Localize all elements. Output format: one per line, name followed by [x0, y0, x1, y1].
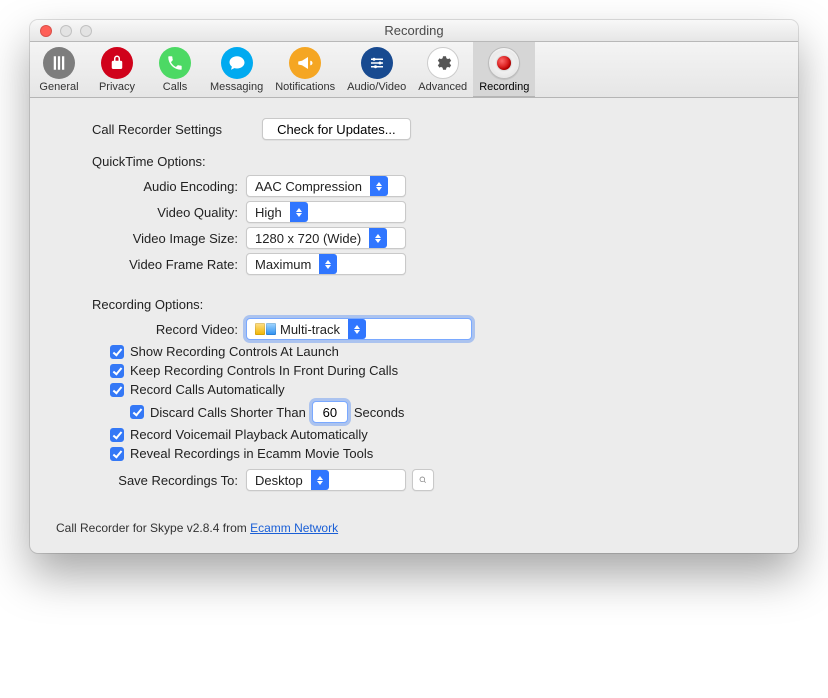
- audio-encoding-select[interactable]: AAC Compression: [246, 175, 406, 197]
- video-size-label: Video Image Size:: [56, 231, 246, 246]
- tab-recording[interactable]: Recording: [473, 42, 535, 97]
- tab-label: Recording: [479, 81, 529, 93]
- magnifier-icon: [419, 474, 427, 486]
- tab-notifications[interactable]: Notifications: [269, 42, 341, 97]
- tab-label: Audio/Video: [347, 81, 406, 93]
- preferences-toolbar: General Privacy Calls Messaging Notifica…: [30, 42, 798, 98]
- recording-heading: Recording Options:: [92, 297, 772, 312]
- close-window-button[interactable]: [40, 25, 52, 37]
- multitrack-icon: [255, 323, 276, 335]
- tab-label: Advanced: [418, 81, 467, 93]
- record-auto-checkbox[interactable]: [110, 383, 124, 397]
- footer-text: Call Recorder for Skype v2.8.4 from: [56, 521, 250, 535]
- window-title: Recording: [30, 23, 798, 38]
- tab-messaging[interactable]: Messaging: [204, 42, 269, 97]
- record-icon: [488, 47, 520, 79]
- video-quality-label: Video Quality:: [56, 205, 246, 220]
- discard-short-label-post: Seconds: [354, 405, 405, 420]
- dropdown-arrows-icon: [348, 319, 366, 339]
- save-to-label: Save Recordings To:: [56, 473, 246, 488]
- tab-privacy[interactable]: Privacy: [88, 42, 146, 97]
- quicktime-heading: QuickTime Options:: [92, 154, 772, 169]
- discard-short-label-pre: Discard Calls Shorter Than: [150, 405, 306, 420]
- dropdown-arrows-icon: [290, 202, 308, 222]
- tab-label: Privacy: [99, 81, 135, 93]
- dropdown-arrows-icon: [319, 254, 337, 274]
- save-to-select[interactable]: Desktop: [246, 469, 406, 491]
- dropdown-arrows-icon: [370, 176, 388, 196]
- megaphone-icon: [289, 47, 321, 79]
- reveal-tools-label: Reveal Recordings in Ecamm Movie Tools: [130, 446, 373, 461]
- sliders-icon: [361, 47, 393, 79]
- minimize-window-button[interactable]: [60, 25, 72, 37]
- record-video-select[interactable]: Multi-track: [246, 318, 472, 340]
- keep-front-label: Keep Recording Controls In Front During …: [130, 363, 398, 378]
- reveal-in-finder-button[interactable]: [412, 469, 434, 491]
- record-voicemail-label: Record Voicemail Playback Automatically: [130, 427, 368, 442]
- dropdown-arrows-icon: [311, 470, 329, 490]
- settings-heading: Call Recorder Settings: [92, 122, 222, 137]
- content-area: Call Recorder Settings Check for Updates…: [30, 98, 798, 553]
- tab-audio-video[interactable]: Audio/Video: [341, 42, 412, 97]
- tab-label: Messaging: [210, 81, 263, 93]
- tab-label: Notifications: [275, 81, 335, 93]
- record-auto-label: Record Calls Automatically: [130, 382, 285, 397]
- discard-short-checkbox[interactable]: [130, 405, 144, 419]
- video-quality-select[interactable]: High: [246, 201, 406, 223]
- window-controls: [30, 25, 92, 37]
- lock-icon: [101, 47, 133, 79]
- check-updates-button[interactable]: Check for Updates...: [262, 118, 411, 140]
- dropdown-arrows-icon: [369, 228, 387, 248]
- phone-icon: [159, 47, 191, 79]
- chat-icon: [221, 47, 253, 79]
- ecamm-link[interactable]: Ecamm Network: [250, 521, 338, 535]
- record-video-label: Record Video:: [56, 322, 246, 337]
- record-voicemail-checkbox[interactable]: [110, 428, 124, 442]
- tab-label: Calls: [163, 81, 187, 93]
- titlebar: Recording: [30, 20, 798, 42]
- tab-general[interactable]: General: [30, 42, 88, 97]
- show-controls-checkbox[interactable]: [110, 345, 124, 359]
- audio-encoding-label: Audio Encoding:: [56, 179, 246, 194]
- frame-rate-select[interactable]: Maximum: [246, 253, 406, 275]
- tab-calls[interactable]: Calls: [146, 42, 204, 97]
- preferences-window: Recording General Privacy Calls Messagin…: [30, 20, 798, 553]
- frame-rate-label: Video Frame Rate:: [56, 257, 246, 272]
- general-icon: [43, 47, 75, 79]
- video-size-select[interactable]: 1280 x 720 (Wide): [246, 227, 406, 249]
- tab-label: General: [39, 81, 78, 93]
- show-controls-label: Show Recording Controls At Launch: [130, 344, 339, 359]
- discard-seconds-input[interactable]: [312, 401, 348, 423]
- zoom-window-button[interactable]: [80, 25, 92, 37]
- reveal-tools-checkbox[interactable]: [110, 447, 124, 461]
- footer: Call Recorder for Skype v2.8.4 from Ecam…: [56, 521, 772, 535]
- tab-advanced[interactable]: Advanced: [412, 42, 473, 97]
- keep-front-checkbox[interactable]: [110, 364, 124, 378]
- gear-icon: [427, 47, 459, 79]
